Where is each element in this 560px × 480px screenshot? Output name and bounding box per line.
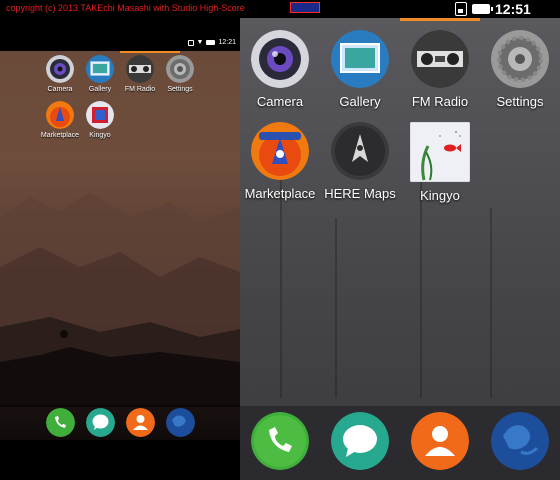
app-label: Marketplace	[40, 132, 80, 139]
app-marketplace[interactable]: Marketplace	[240, 122, 320, 201]
small-phone-screen: ▼ 12:21 Camera Gallery FM Radio Settings	[0, 37, 240, 440]
browser-icon[interactable]	[166, 408, 195, 437]
status-accent-line	[120, 51, 180, 53]
camera-icon	[46, 55, 74, 83]
small-status-bar: ▼ 12:21	[0, 37, 240, 53]
camera-icon	[251, 30, 309, 88]
phone-icon[interactable]	[46, 408, 75, 437]
kingyo-icon	[86, 101, 114, 129]
phone-icon[interactable]	[251, 412, 309, 470]
status-accent-line	[400, 18, 480, 21]
app-settings[interactable]: Settings	[160, 55, 200, 93]
wifi-icon: ▼	[196, 39, 204, 46]
app-kingyo[interactable]: Kingyo	[400, 122, 480, 203]
marketplace-icon	[251, 122, 309, 180]
app-label: Camera	[47, 86, 73, 93]
app-here-maps[interactable]: HERE Maps	[320, 122, 400, 201]
app-label: Gallery	[88, 86, 112, 93]
copyright-text: copyright (c) 2013 TAKEchi Masashi with …	[6, 3, 245, 13]
app-gallery[interactable]: Gallery	[320, 30, 400, 109]
small-dock	[0, 405, 240, 440]
battery-icon	[206, 40, 216, 45]
contacts-icon[interactable]	[126, 408, 155, 437]
app-camera[interactable]: Camera	[40, 55, 80, 93]
app-label: Kingyo	[420, 188, 460, 203]
wallpaper-streak	[490, 208, 492, 398]
app-fm-radio[interactable]: FM Radio	[120, 55, 160, 93]
small-phone-bottom-bar	[0, 440, 240, 480]
status-time: 12:51	[495, 1, 531, 17]
status-time: 12:21	[218, 39, 236, 46]
contacts-icon[interactable]	[411, 412, 469, 470]
kingyo-icon	[410, 122, 470, 182]
large-dock	[240, 406, 560, 480]
wallpaper-streak	[280, 178, 282, 398]
large-status-bar: 12:51	[455, 0, 560, 18]
app-fm-radio[interactable]: FM Radio	[400, 30, 480, 109]
maps-icon	[331, 122, 389, 180]
app-kingyo[interactable]: Kingyo	[80, 101, 120, 139]
app-label: Gallery	[339, 94, 381, 109]
app-label: Marketplace	[244, 186, 316, 201]
app-gallery[interactable]: Gallery	[80, 55, 120, 93]
app-settings[interactable]: Settings	[480, 30, 560, 109]
marketplace-icon	[46, 101, 74, 129]
app-label: Kingyo	[89, 132, 111, 139]
large-phone-screen: Camera Gallery FM Radio Settings Marketp…	[240, 18, 560, 480]
radio-icon	[126, 55, 154, 83]
messages-icon[interactable]	[86, 408, 115, 437]
app-label: Camera	[256, 94, 304, 109]
battery-icon	[472, 4, 493, 14]
app-label: FM Radio	[124, 86, 156, 93]
sim-icon	[455, 2, 467, 16]
gear-icon	[491, 30, 549, 88]
app-camera[interactable]: Camera	[240, 30, 320, 109]
app-label: HERE Maps	[324, 186, 396, 201]
gallery-icon	[86, 55, 114, 83]
mountain-wallpaper	[0, 192, 240, 407]
app-label: FM Radio	[411, 94, 469, 109]
app-marketplace[interactable]: Marketplace	[40, 101, 80, 139]
gallery-icon	[331, 30, 389, 88]
radio-icon	[411, 30, 469, 88]
studio-logo	[290, 2, 320, 13]
app-label: Settings	[496, 94, 544, 109]
gear-icon	[166, 55, 194, 83]
wallpaper-streak	[335, 218, 337, 398]
app-label: Settings	[167, 86, 193, 93]
sim-icon	[187, 39, 194, 46]
browser-icon[interactable]	[491, 412, 549, 470]
messages-icon[interactable]	[331, 412, 389, 470]
